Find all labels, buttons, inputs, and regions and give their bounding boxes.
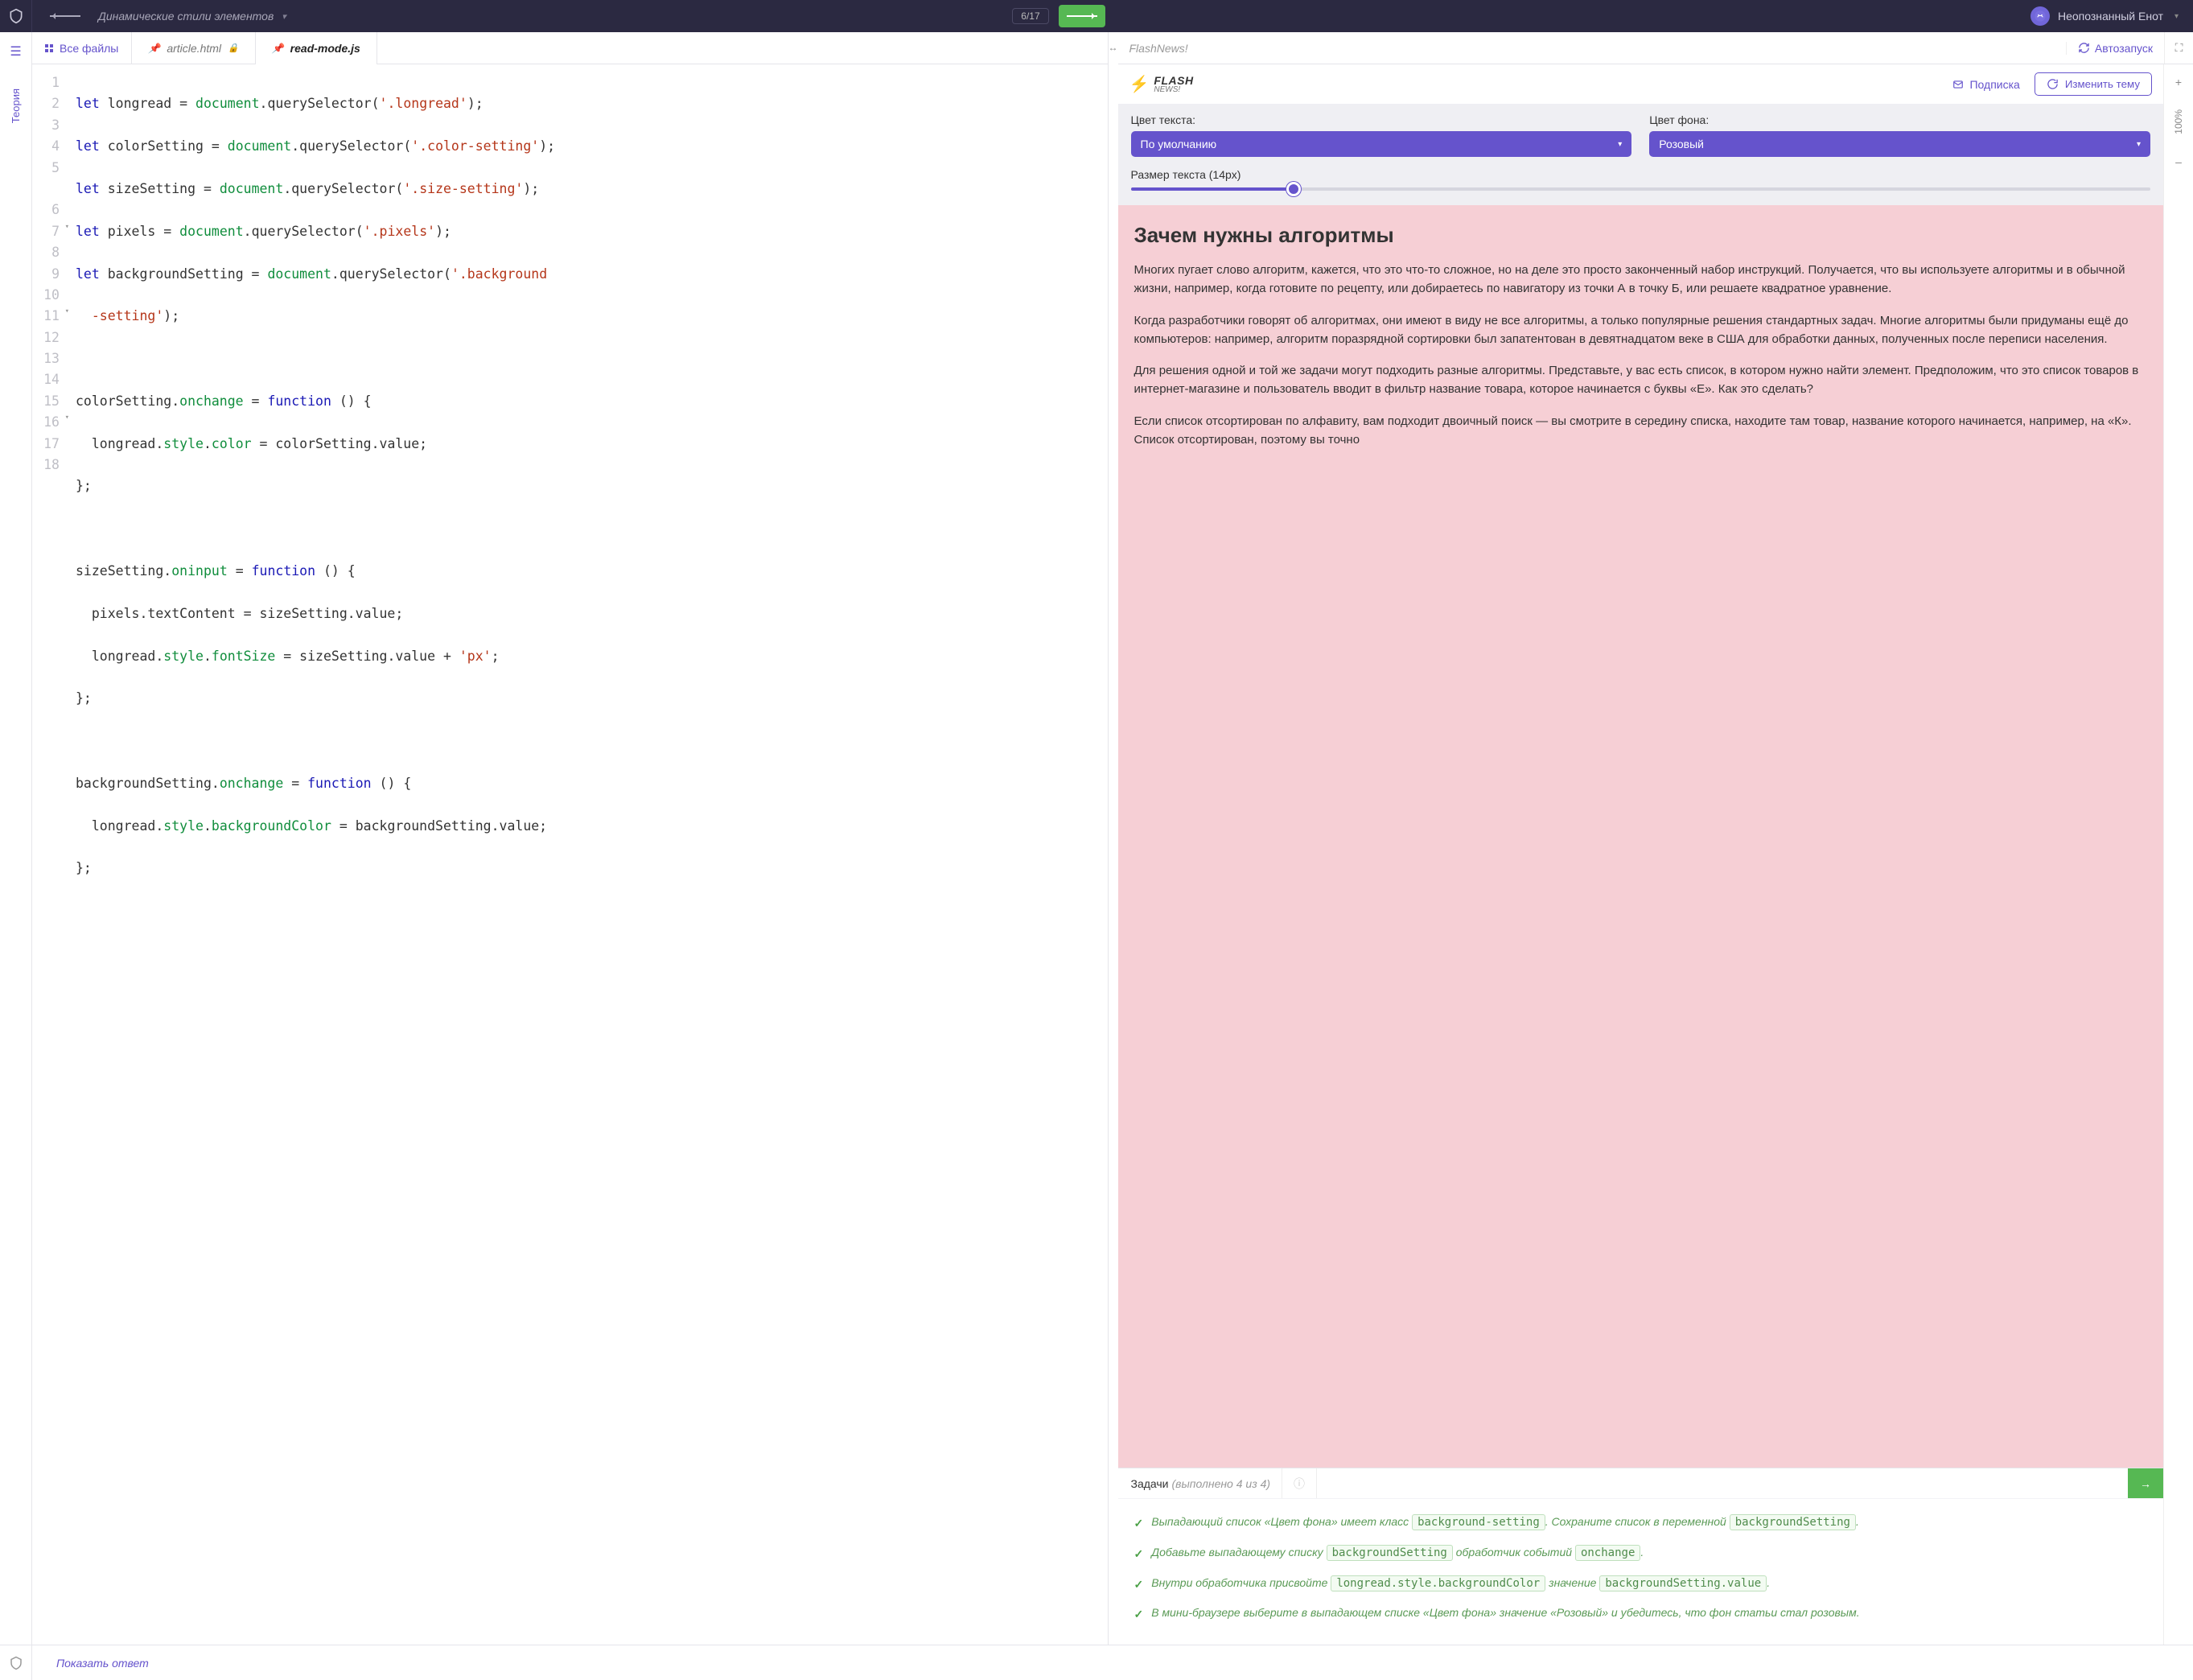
avatar	[2030, 6, 2050, 26]
grid-icon	[45, 44, 53, 52]
tasks-bar[interactable]: Задачи (выполнено 4 из 4) ⓘ →	[1118, 1468, 2164, 1498]
mail-icon	[1952, 79, 1965, 90]
pin-icon: 📌	[148, 43, 160, 54]
chevron-down-icon: ▾	[1618, 140, 1622, 149]
show-answer-button[interactable]: Показать ответ	[32, 1657, 173, 1670]
text-color-select[interactable]: По умолчанию ▾	[1131, 131, 1632, 157]
topbar: Динамические стили элементов ▾ 6/17 Неоп…	[0, 0, 2193, 32]
site-logo: ⚡ FLASHNEWS!	[1129, 74, 1194, 94]
check-icon: ✓	[1134, 1515, 1144, 1533]
theme-controls: Цвет текста: По умолчанию ▾ Цвет фона: Р…	[1118, 104, 2164, 205]
title-text: Динамические стили элементов	[98, 10, 274, 23]
refresh-icon	[2047, 78, 2059, 90]
chevron-down-icon: ▾	[282, 11, 286, 22]
expand-icon[interactable]: ⛶	[2164, 32, 2193, 64]
next-lesson-button[interactable]	[1059, 5, 1105, 27]
editor-pane: Все файлы 📌 article.html 🔒 📌 read-mode.j…	[32, 32, 1109, 1645]
task-item: ✓ Выпадающий список «Цвет фона» имеет кл…	[1134, 1513, 2148, 1533]
tab-label: article.html	[167, 42, 221, 55]
check-icon: ✓	[1134, 1606, 1144, 1624]
pin-icon: 📌	[272, 43, 284, 54]
slider-thumb[interactable]	[1286, 182, 1301, 196]
article-paragraph: Когда разработчики говорят об алгоритмах…	[1134, 311, 2148, 349]
bolt-icon: ⚡	[1129, 74, 1150, 94]
chevron-down-icon: ▾	[2174, 12, 2179, 21]
article-content: Зачем нужны алгоритмы Многих пугает слов…	[1118, 205, 2164, 1468]
task-item: ✓ Внутри обработчика присвойте longread.…	[1134, 1575, 2148, 1594]
app-logo[interactable]	[0, 0, 32, 32]
slider-fill	[1131, 187, 1294, 191]
pane-resize-handle[interactable]	[1109, 32, 1118, 1645]
text-size-label: Размер текста (14px)	[1131, 168, 2151, 181]
autorun-toggle[interactable]: Автозапуск	[2066, 42, 2164, 55]
arrow-right-icon	[1067, 15, 1097, 17]
tasks-list: ✓ Выпадающий список «Цвет фона» имеет кл…	[1118, 1498, 2164, 1645]
all-files-button[interactable]: Все файлы	[32, 32, 132, 64]
mini-browser: ⚡ FLASHNEWS! Подписка Изменить тему	[1118, 64, 2165, 1645]
subscribe-label: Подписка	[1969, 78, 2019, 91]
theory-tab[interactable]: Теория	[10, 89, 22, 123]
change-theme-button[interactable]: Изменить тему	[2035, 72, 2152, 96]
user-menu[interactable]: Неопознанный Енот ▾	[2030, 6, 2193, 26]
article-paragraph: Многих пугает слово алгоритм, кажется, ч…	[1134, 261, 2148, 299]
bg-color-label: Цвет фона:	[1649, 113, 2150, 126]
zoom-level: 100%	[2173, 109, 2184, 134]
lesson-title[interactable]: Динамические стили элементов ▾	[98, 10, 1012, 23]
sidebar-rail: ☰ Теория	[0, 32, 32, 1645]
article-paragraph: Если список отсортирован по алфавиту, ва…	[1134, 412, 2148, 450]
lock-icon: 🔒	[228, 43, 239, 53]
prev-lesson-button[interactable]	[50, 15, 80, 17]
progress-indicator: 6/17	[1012, 8, 1048, 24]
zoom-in-button[interactable]: +	[2175, 71, 2182, 93]
article-title: Зачем нужны алгоритмы	[1134, 223, 2148, 248]
info-icon[interactable]: ⓘ	[1282, 1468, 1317, 1498]
text-color-label: Цвет текста:	[1131, 113, 1632, 126]
tasks-done: (выполнено 4 из 4)	[1172, 1477, 1271, 1490]
tasks-label: Задачи	[1131, 1477, 1169, 1490]
subscribe-link[interactable]: Подписка	[1952, 78, 2019, 91]
tab-label: read-mode.js	[290, 42, 360, 55]
select-value: По умолчанию	[1141, 138, 1217, 150]
file-tabs: Все файлы 📌 article.html 🔒 📌 read-mode.j…	[32, 32, 1108, 64]
autorun-label: Автозапуск	[2095, 42, 2153, 55]
check-icon: ✓	[1134, 1576, 1144, 1594]
preview-pane: FlashNews! Автозапуск ⛶ ⚡ FLASHNEWS!	[1118, 32, 2193, 1645]
bottombar: Показать ответ	[0, 1645, 2193, 1680]
user-name: Неопознанный Енот	[2058, 10, 2163, 23]
chevron-down-icon: ▾	[2137, 140, 2141, 149]
refresh-icon	[2078, 42, 2090, 54]
article-paragraph: Для решения одной и той же задачи могут …	[1134, 361, 2148, 399]
code-editor[interactable]: 123 45 678 91011 121314 151617 18 let lo…	[32, 64, 1108, 1645]
check-icon: ✓	[1134, 1546, 1144, 1563]
all-files-label: Все файлы	[60, 42, 118, 55]
preview-title: FlashNews!	[1118, 42, 2066, 55]
zoom-out-button[interactable]: –	[2175, 150, 2182, 173]
tasks-next-button[interactable]: →	[2128, 1468, 2163, 1498]
tab-read-mode-js[interactable]: 📌 read-mode.js	[256, 32, 377, 64]
task-item: ✓ В мини-браузере выберите в выпадающем …	[1134, 1604, 2148, 1624]
tab-article-html[interactable]: 📌 article.html 🔒	[132, 32, 255, 64]
task-item: ✓ Добавьте выпадающему списку background…	[1134, 1544, 2148, 1563]
code-content[interactable]: let longread = document.querySelector('.…	[68, 68, 1108, 1645]
bg-color-select[interactable]: Розовый ▾	[1649, 131, 2150, 157]
text-size-slider[interactable]	[1131, 187, 2151, 191]
line-gutter: 123 45 678 91011 121314 151617 18	[32, 68, 68, 1645]
select-value: Розовый	[1659, 138, 1704, 150]
change-theme-label: Изменить тему	[2065, 78, 2140, 90]
menu-icon[interactable]: ☰	[10, 43, 21, 60]
zoom-rail: + 100% –	[2164, 64, 2193, 1645]
shield-icon[interactable]	[0, 1645, 32, 1680]
